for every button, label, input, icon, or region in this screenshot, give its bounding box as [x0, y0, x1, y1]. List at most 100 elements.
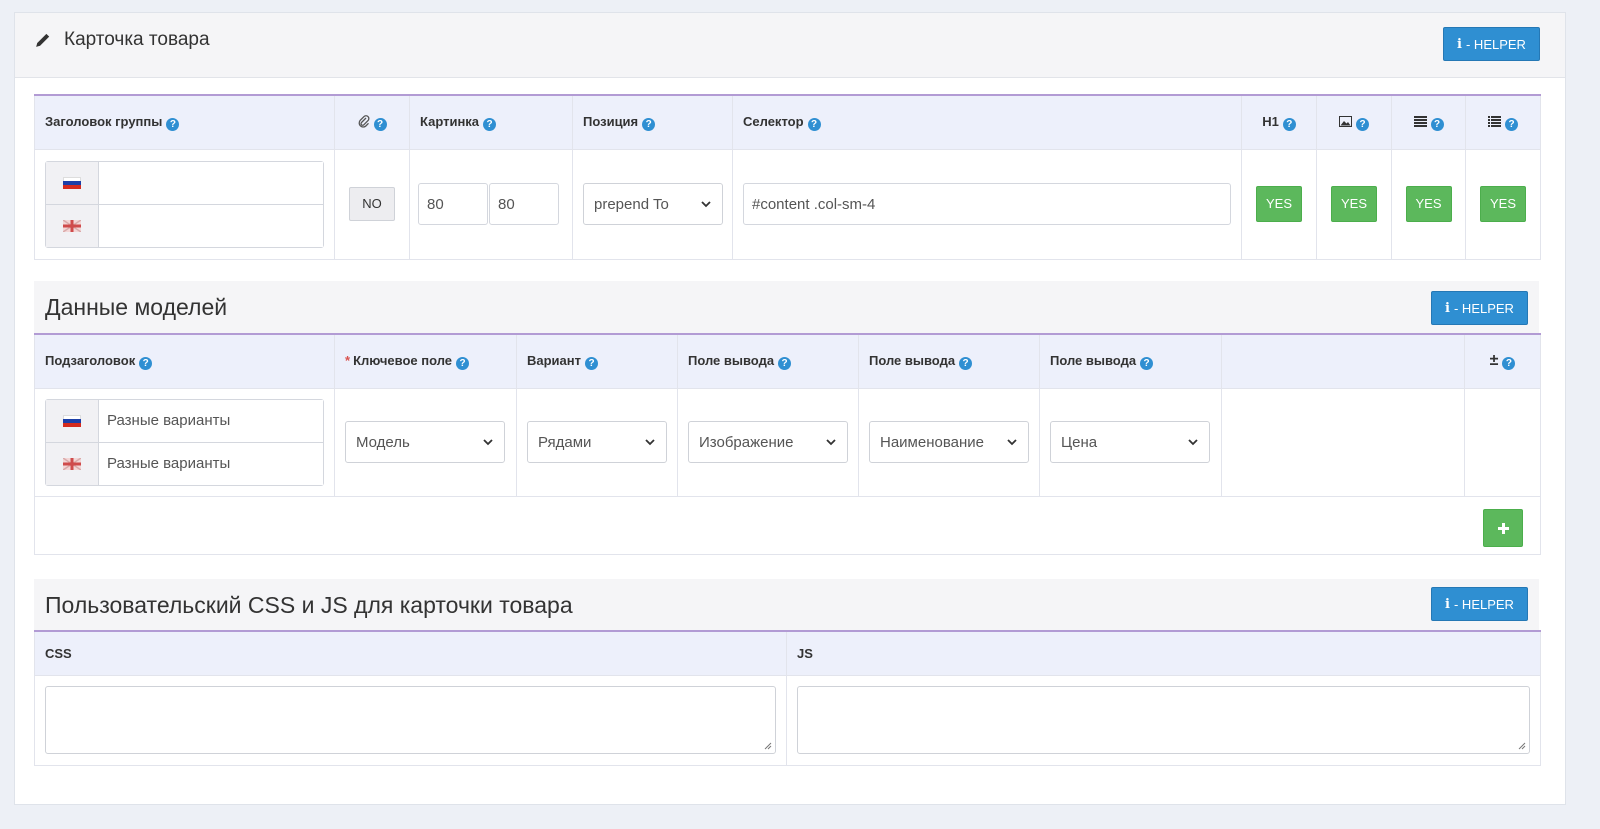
output-1-cell: Изображение: [677, 387, 859, 497]
header-image: Картинка?: [409, 95, 573, 150]
info-icon: i: [1445, 596, 1450, 612]
header-output-3: Поле вывода?: [1039, 334, 1222, 389]
chevron-down-icon: [645, 439, 655, 446]
output-2-cell: Наименование: [858, 387, 1040, 497]
selector-input[interactable]: #content .col-sm-4: [743, 183, 1231, 225]
header-variant: Вариант?: [516, 334, 678, 389]
info-icon: i: [1457, 36, 1462, 52]
subtitle-en-input[interactable]: Разные варианты: [99, 442, 323, 485]
flag-en-icon: [46, 442, 99, 485]
add-model-button[interactable]: [1483, 509, 1523, 547]
help-icon[interactable]: ?: [585, 356, 598, 370]
resize-grip-icon[interactable]: [763, 741, 772, 750]
subtitle-ru-input[interactable]: Разные варианты: [99, 399, 323, 442]
list-toggle-button[interactable]: YES: [1480, 186, 1526, 222]
key-field-cell: Модель: [334, 387, 517, 497]
header-desc-toggle: ?: [1391, 95, 1466, 150]
panel-helper-button[interactable]: i - HELPER: [1443, 27, 1540, 61]
help-icon[interactable]: ?: [1430, 117, 1444, 131]
flag-ru-icon: [46, 399, 99, 442]
group-title-ru-input[interactable]: [99, 161, 323, 204]
add-row-cell: [34, 495, 1541, 555]
plus-icon: [1497, 522, 1509, 534]
models-section-title: Данные моделей: [34, 281, 1539, 333]
key-field-select[interactable]: Модель: [345, 421, 505, 463]
position-cell: prepend To: [572, 148, 733, 260]
flag-en-icon: [46, 204, 99, 247]
output-3-select[interactable]: Цена: [1050, 421, 1210, 463]
info-icon: i: [1445, 300, 1450, 316]
group-title-cell: [34, 148, 335, 260]
header-output-1: Поле вывода?: [677, 334, 859, 389]
subtitle-cell: Разные варианты Разные варианты: [34, 387, 335, 497]
paperclip-icon: [358, 114, 369, 128]
chevron-down-icon: [1188, 439, 1198, 446]
row-action-cell: [1464, 387, 1541, 497]
desc-toggle-cell: YES: [1391, 148, 1466, 260]
help-icon[interactable]: ?: [166, 117, 180, 131]
position-select[interactable]: prepend To: [583, 183, 723, 225]
help-icon[interactable]: ?: [1502, 357, 1516, 371]
header-group-title: Заголовок группы?: [34, 95, 335, 150]
list-toggle-cell: YES: [1465, 148, 1541, 260]
help-icon[interactable]: ?: [642, 117, 656, 131]
models-helper-button[interactable]: i - HELPER: [1431, 291, 1528, 325]
help-icon[interactable]: ?: [456, 356, 470, 370]
header-css: CSS: [34, 631, 787, 676]
pencil-icon: [36, 33, 50, 47]
help-icon[interactable]: ?: [1356, 117, 1369, 131]
header-key-field: * Ключевое поле?: [334, 334, 517, 389]
output-1-select[interactable]: Изображение: [688, 421, 848, 463]
header-subtitle: Подзаголовок?: [34, 334, 335, 389]
help-icon[interactable]: ?: [1282, 117, 1296, 131]
image-toggle-cell: YES: [1316, 148, 1392, 260]
custom-code-table: CSS JS: [34, 630, 1541, 766]
image-width-input[interactable]: 80: [418, 183, 488, 225]
subtitle-inputs: Разные варианты Разные варианты: [45, 398, 324, 486]
group-title-en-input[interactable]: [99, 204, 323, 247]
js-textarea[interactable]: [797, 686, 1530, 754]
panel-heading: Карточка товара i - HELPER: [15, 13, 1565, 78]
models-table: Подзаголовок? * Ключевое поле? Вариант? П…: [34, 333, 1541, 555]
help-icon[interactable]: ?: [778, 356, 792, 370]
panel-title-text: Карточка товара: [64, 29, 210, 50]
h1-toggle-button[interactable]: YES: [1256, 186, 1302, 222]
header-link: ?: [334, 95, 410, 150]
css-textarea[interactable]: [45, 686, 776, 754]
desc-toggle-button[interactable]: YES: [1405, 186, 1452, 222]
image-toggle-button[interactable]: YES: [1331, 186, 1377, 222]
image-height-input[interactable]: 80: [489, 183, 559, 225]
group-settings-table: Заголовок группы? ? Картинка? Позиция? С…: [34, 94, 1541, 260]
flag-ru-icon: [46, 161, 99, 204]
help-icon[interactable]: ?: [483, 117, 497, 131]
custom-code-section-title: Пользовательский CSS и JS для карточки т…: [34, 579, 1539, 631]
help-icon[interactable]: ?: [373, 117, 387, 131]
help-icon[interactable]: ?: [807, 117, 821, 131]
header-list-toggle: ?: [1465, 95, 1541, 150]
chevron-down-icon: [826, 439, 836, 446]
header-h1: H1?: [1241, 95, 1317, 150]
custom-helper-button[interactable]: i - HELPER: [1431, 587, 1528, 621]
selector-cell: #content .col-sm-4: [732, 148, 1242, 260]
h1-toggle-cell: YES: [1241, 148, 1317, 260]
js-cell: [786, 674, 1541, 766]
chevron-down-icon: [483, 439, 493, 446]
help-icon[interactable]: ?: [959, 356, 973, 370]
help-icon[interactable]: ?: [139, 356, 153, 370]
header-selector: Селектор?: [732, 95, 1242, 150]
empty-cell: [1221, 387, 1465, 497]
image-size-cell: 80 80: [409, 148, 573, 260]
picture-icon: [1339, 115, 1352, 127]
list-icon: [1488, 115, 1501, 127]
output-2-select[interactable]: Наименование: [869, 421, 1029, 463]
help-icon[interactable]: ?: [1505, 117, 1518, 131]
variant-select[interactable]: Рядами: [527, 421, 667, 463]
link-toggle-button[interactable]: NO: [349, 187, 395, 221]
header-output-2: Поле вывода?: [858, 334, 1040, 389]
variant-cell: Рядами: [516, 387, 678, 497]
chevron-down-icon: [701, 201, 711, 208]
css-cell: [34, 674, 787, 766]
help-icon[interactable]: ?: [1140, 356, 1154, 370]
resize-grip-icon[interactable]: [1517, 741, 1526, 750]
group-title-inputs: [45, 160, 324, 248]
